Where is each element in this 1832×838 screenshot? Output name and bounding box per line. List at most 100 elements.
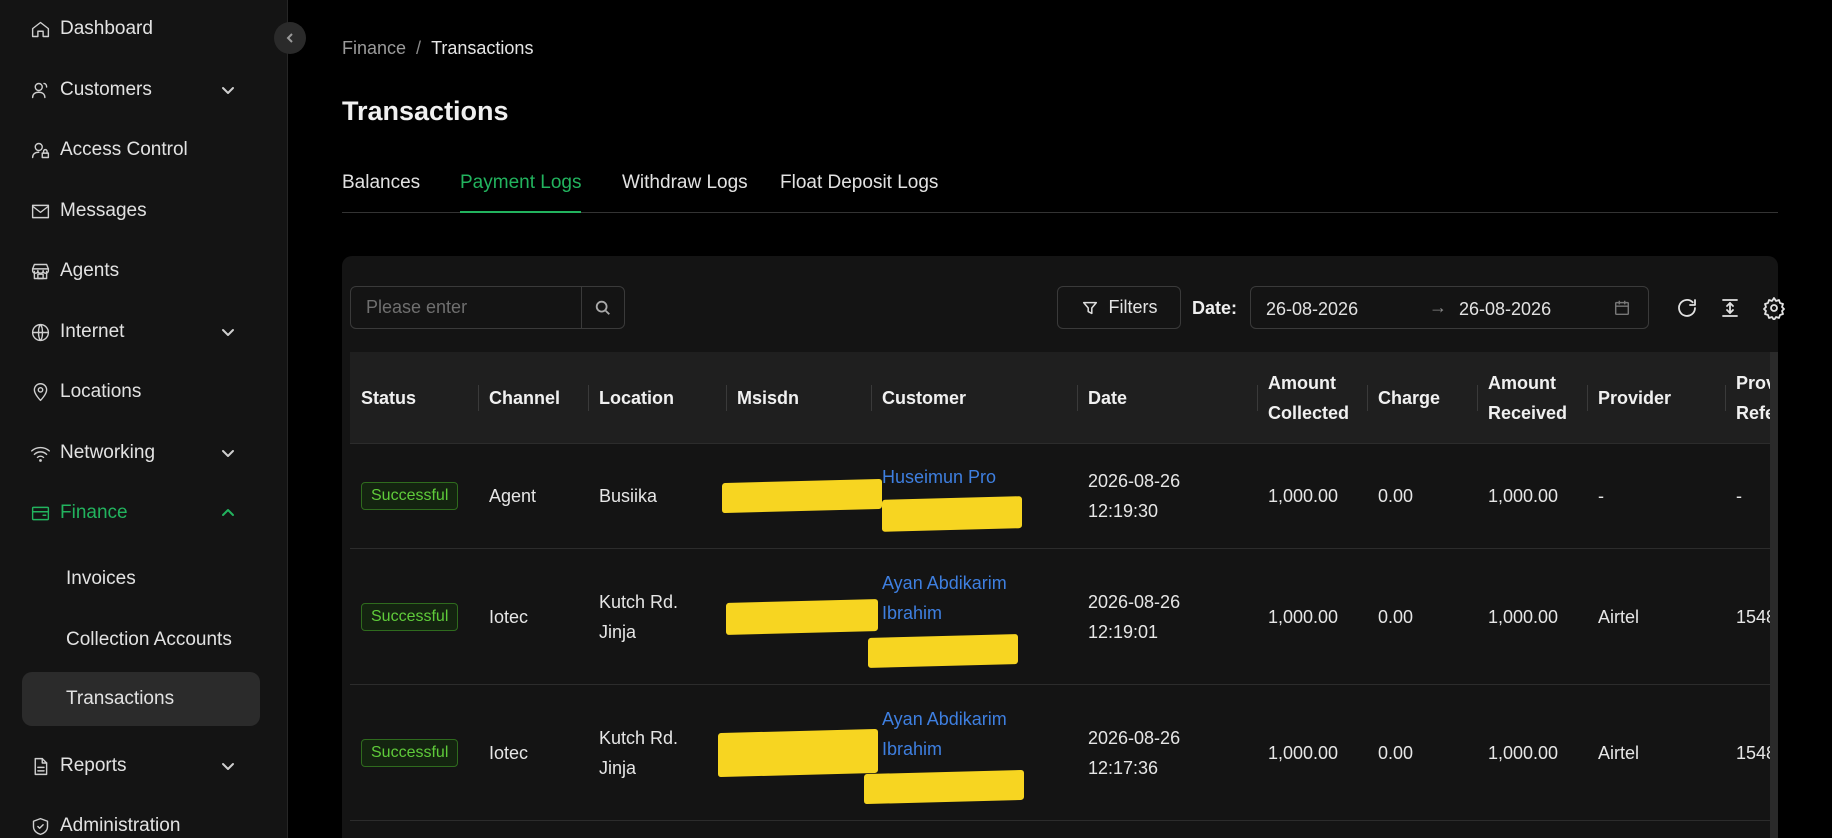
column-header-customer[interactable]: Customer: [882, 352, 966, 444]
cell-amount-collected: 1,000.00: [1268, 486, 1339, 506]
sidebar-item-label: Messages: [60, 200, 147, 221]
column-header-date[interactable]: Date: [1088, 352, 1127, 444]
sidebar-item-reports[interactable]: Reports: [0, 740, 288, 792]
calendar-icon: [1613, 299, 1631, 322]
table-row[interactable]: Successful Iotec Kutch Rd. Jinja Ayan Ab…: [350, 685, 1778, 821]
sidebar-item-networking[interactable]: Networking: [0, 427, 288, 479]
table-row[interactable]: Successful Agent Busiika Huseimun Pro 20…: [350, 444, 1778, 549]
sidebar-subitem-collection-accounts[interactable]: Collection Accounts: [22, 613, 260, 667]
main-content: Finance / Transactions Transactions Bala…: [288, 0, 1832, 838]
cell-msisdn: [718, 685, 878, 820]
column-header-status[interactable]: Status: [361, 352, 416, 444]
sidebar-item-label: Internet: [60, 321, 125, 342]
column-header-channel[interactable]: Channel: [489, 352, 560, 444]
customer-link[interactable]: Huseimun Pro: [882, 462, 1022, 492]
transactions-panel: Filters Date: 26-08-2026 → 26-08-2026 St…: [342, 256, 1785, 838]
sidebar-item-access-control[interactable]: Access Control: [0, 124, 288, 176]
redaction-mark: [726, 598, 878, 635]
column-divider: [726, 385, 727, 411]
sidebar-item-agents[interactable]: Agents: [0, 245, 288, 297]
user-lock-icon: [28, 138, 52, 162]
chevron-down-icon: [220, 445, 236, 461]
globe-icon: [28, 320, 52, 344]
page-title: Transactions: [342, 96, 509, 126]
sidebar-item-internet[interactable]: Internet: [0, 306, 288, 358]
sidebar-item-administration[interactable]: Administration: [0, 800, 288, 838]
cell-amount-received: 1,000.00: [1488, 742, 1559, 763]
filter-icon: [1082, 301, 1097, 314]
column-height-icon: [1722, 299, 1738, 317]
refresh-button[interactable]: [1675, 296, 1699, 320]
filters-button[interactable]: Filters: [1057, 286, 1181, 329]
sidebar-item-label: Networking: [60, 442, 156, 463]
column-divider: [1587, 385, 1588, 411]
sidebar-subitem-transactions[interactable]: Transactions: [22, 672, 260, 726]
cell-provider: Airtel: [1598, 606, 1640, 627]
cell-date: 2026-08-26 12:17:36: [1088, 727, 1181, 778]
status-badge: Successful: [361, 738, 459, 767]
column-header-amount-received[interactable]: Amount Received: [1488, 352, 1578, 444]
redaction-mark: [868, 633, 1018, 668]
cell-channel: Iotec: [489, 742, 529, 763]
settings-button[interactable]: [1762, 296, 1786, 321]
sidebar-item-finance[interactable]: Finance: [0, 487, 288, 539]
column-header-provider[interactable]: Provider: [1598, 352, 1671, 444]
cell-location: Kutch Rd. Jinja: [599, 591, 679, 642]
breadcrumb-separator: /: [416, 38, 422, 58]
users-icon: [28, 78, 52, 102]
customer-link[interactable]: Ayan Abdikarim Ibrahim: [882, 568, 1032, 628]
map-pin-icon: [28, 380, 52, 404]
breadcrumb-current: Transactions: [431, 38, 534, 58]
date-range-picker[interactable]: 26-08-2026 → 26-08-2026: [1250, 286, 1649, 329]
search-icon: [595, 300, 610, 315]
sidebar-subitem-invoices[interactable]: Invoices: [22, 552, 260, 606]
arrow-right-icon: →: [1429, 297, 1447, 317]
cell-channel: Agent: [489, 486, 537, 506]
breadcrumb: Finance / Transactions: [342, 38, 533, 59]
tab-balances[interactable]: Balances: [342, 172, 420, 213]
sidebar-item-customers[interactable]: Customers: [0, 64, 288, 116]
horizontal-scroll-edge[interactable]: [1770, 352, 1778, 838]
sidebar-item-label: Agents: [60, 260, 120, 281]
column-header-location[interactable]: Location: [599, 352, 674, 444]
column-divider: [588, 385, 589, 411]
table-row[interactable]: Successful Iotec Kutch Rd. Jinja Ayan Ab…: [350, 549, 1778, 685]
cell-date: 2026-08-26 12:19:30: [1088, 471, 1181, 521]
cell-amount-collected: 1,000.00: [1268, 606, 1339, 627]
cell-amount-collected: 1,000.00: [1268, 742, 1339, 763]
column-divider: [871, 385, 872, 411]
cell-amount-received: 1,000.00: [1488, 486, 1559, 506]
search-box: [350, 286, 625, 329]
density-button[interactable]: [1718, 296, 1742, 320]
tab-withdraw-logs[interactable]: Withdraw Logs: [622, 172, 748, 213]
wallet-icon: [28, 501, 52, 525]
sidebar-item-dashboard[interactable]: Dashboard: [0, 3, 288, 55]
column-header-amount-collected[interactable]: Amount Collected: [1268, 352, 1358, 444]
date-from-input[interactable]: 26-08-2026: [1266, 299, 1358, 320]
date-to-input[interactable]: 26-08-2026: [1459, 299, 1551, 320]
column-header-msisdn[interactable]: Msisdn: [737, 352, 799, 444]
store-icon: [28, 259, 52, 283]
tab-bar: Balances Payment Logs Withdraw Logs Floa…: [342, 170, 1778, 213]
sidebar-item-messages[interactable]: Messages: [0, 185, 288, 237]
file-icon: [28, 754, 52, 778]
cell-charge: 0.00: [1378, 606, 1414, 627]
refresh-icon: [1678, 299, 1696, 317]
tab-float-deposit-logs[interactable]: Float Deposit Logs: [780, 172, 938, 213]
breadcrumb-finance-link[interactable]: Finance: [342, 38, 406, 59]
column-header-charge[interactable]: Charge: [1378, 352, 1440, 444]
mail-icon: [28, 199, 52, 223]
sidebar-item-label: Dashboard: [60, 18, 153, 39]
sidebar-collapse-button[interactable]: [274, 22, 306, 54]
cell-date: 2026-08-26 12:19:01: [1088, 591, 1181, 642]
column-divider: [1477, 385, 1478, 411]
transactions-table: Status Channel Location Msisdn Customer …: [350, 352, 1778, 838]
chevron-up-icon: [220, 505, 236, 521]
cell-provider: -: [1598, 486, 1604, 506]
search-input[interactable]: [351, 287, 582, 328]
search-button[interactable]: [582, 287, 624, 328]
sidebar-item-locations[interactable]: Locations: [0, 366, 288, 418]
tab-payment-logs[interactable]: Payment Logs: [460, 172, 582, 213]
sidebar-item-label: Reports: [60, 755, 127, 776]
customer-link[interactable]: Ayan Abdikarim Ibrahim: [882, 704, 1032, 764]
